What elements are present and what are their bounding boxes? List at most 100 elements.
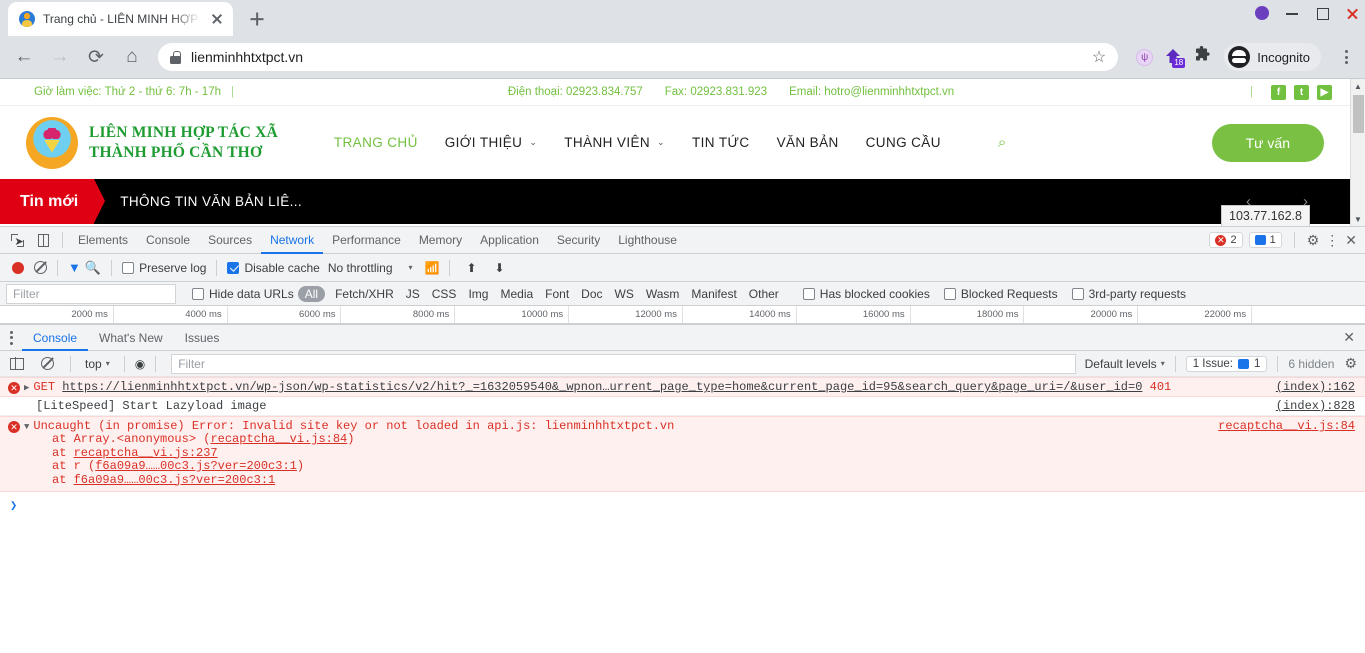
filter-type-ws[interactable]: WS (609, 287, 640, 301)
console-log-row[interactable]: ✕ ▶ GET https://lienminhhtxtpct.vn/wp-js… (0, 377, 1365, 397)
extension-circle-icon[interactable] (1136, 48, 1154, 66)
site-logo[interactable]: LIÊN MINH HỢP TÁC XÃ THÀNH PHỐ CẦN THƠ (26, 116, 278, 169)
filter-type-media[interactable]: Media (494, 287, 539, 301)
drawer-more-icon[interactable] (0, 330, 22, 345)
log-source-link[interactable]: (index):828 (1276, 399, 1365, 413)
console-filter-input[interactable]: Filter (171, 353, 1076, 374)
console-prompt[interactable]: ❯ (0, 492, 1365, 513)
stack-frame-link[interactable]: f6a09a9……00c3.js?ver=200c3:1 (74, 473, 276, 487)
filter-type-manifest[interactable]: Manifest (685, 287, 742, 301)
device-toolbar-icon[interactable] (30, 227, 56, 253)
search-icon[interactable]: ⌕ (998, 134, 1006, 151)
page-scrollbar[interactable]: ▲ ▼ (1350, 79, 1365, 226)
console-settings-icon[interactable]: ⚙ (1344, 355, 1357, 372)
throttling-select[interactable]: No throttling (328, 261, 393, 275)
issues-badge[interactable]: 1 Issue: 1 (1185, 355, 1268, 372)
chevron-down-icon[interactable]: ▾ (409, 263, 413, 272)
browser-menu-button[interactable] (1335, 46, 1357, 68)
log-source-link[interactable]: recaptcha__vi.js:84 (1218, 419, 1365, 433)
filter-icon[interactable]: ▼ (68, 260, 81, 275)
back-button[interactable]: ← (8, 41, 40, 73)
stack-frame-link[interactable]: f6a09a9……00c3.js?ver=200c3:1 (95, 459, 297, 473)
filter-type-all[interactable]: All (297, 285, 326, 302)
blocked-requests-checkbox[interactable]: Blocked Requests (943, 287, 1058, 301)
address-bar[interactable]: lienminhhtxtpct.vn ☆ (158, 43, 1119, 71)
nav-item-trang-chu[interactable]: TRANG CHỦ (334, 135, 418, 150)
console-levels-select[interactable]: Default levels ▾ (1085, 357, 1165, 371)
log-url[interactable]: https://lienminhhtxtpct.vn/wp-json/wp-st… (62, 380, 1142, 394)
stack-frame[interactable]: at recaptcha__vi.js:237 (0, 446, 1365, 461)
drawer-tab-whats-new[interactable]: What's New (88, 325, 174, 351)
filter-type-wasm[interactable]: Wasm (640, 287, 686, 301)
filter-type-js[interactable]: JS (400, 287, 426, 301)
browser-tab[interactable]: Trang chủ - LIÊN MINH HỢP TÁC X (8, 2, 233, 36)
ticker-headline[interactable]: THÔNG TIN VĂN BẢN LIÊ... (120, 194, 302, 209)
console-log-row[interactable]: ✕ ▼ Uncaught (in promise) Error: Invalid… (0, 416, 1365, 492)
scroll-down-icon[interactable]: ▼ (1351, 212, 1365, 226)
facebook-icon[interactable]: f (1271, 84, 1286, 100)
tab-elements[interactable]: Elements (69, 227, 137, 254)
console-log-row[interactable]: [LiteSpeed] Start Lazyload image (index)… (0, 397, 1365, 416)
filter-type-img[interactable]: Img (462, 287, 494, 301)
tab-console[interactable]: Console (137, 227, 199, 254)
third-party-requests-checkbox[interactable]: 3rd-party requests (1071, 287, 1186, 301)
nav-item-van-ban[interactable]: VĂN BẢN (777, 135, 839, 150)
devtools-close-icon[interactable]: ✕ (1345, 232, 1357, 249)
tab-network[interactable]: Network (261, 227, 323, 254)
console-sidebar-toggle-icon[interactable] (4, 351, 30, 377)
tab-security[interactable]: Security (548, 227, 609, 254)
reload-button[interactable]: ⟳ (80, 41, 112, 73)
import-har-icon[interactable]: ⬆ (466, 261, 476, 275)
preserve-log-checkbox[interactable]: Preserve log (122, 261, 206, 275)
tab-sources[interactable]: Sources (199, 227, 261, 254)
consult-button[interactable]: Tư vấn (1211, 123, 1324, 162)
forward-button[interactable]: → (44, 41, 76, 73)
drawer-tab-console[interactable]: Console (22, 325, 88, 351)
puzzle-icon[interactable] (1193, 46, 1210, 68)
maximize-button[interactable] (1315, 6, 1329, 20)
filter-type-font[interactable]: Font (539, 287, 575, 301)
filter-type-doc[interactable]: Doc (575, 287, 608, 301)
devtools-settings-icon[interactable]: ⚙ (1307, 232, 1320, 249)
export-har-icon[interactable]: ⬇ (495, 261, 505, 275)
filter-type-css[interactable]: CSS (426, 287, 463, 301)
record-button[interactable] (12, 261, 24, 274)
tab-performance[interactable]: Performance (323, 227, 410, 254)
tab-lighthouse[interactable]: Lighthouse (609, 227, 686, 254)
bookmark-star-icon[interactable]: ☆ (1092, 47, 1106, 67)
hide-data-urls-checkbox[interactable]: Hide data URLs (192, 287, 294, 301)
clear-icon[interactable] (34, 261, 47, 274)
disable-cache-checkbox[interactable]: Disable cache (227, 261, 320, 275)
stack-frame-link[interactable]: recaptcha__vi.js:237 (74, 446, 218, 460)
nav-item-cung-cau[interactable]: CUNG CẦU (866, 135, 941, 150)
new-tab-button[interactable] (243, 5, 271, 33)
window-extra-icon[interactable] (1255, 6, 1269, 20)
drawer-close-icon[interactable]: ✕ (1343, 329, 1355, 346)
scrollbar-thumb[interactable] (1353, 95, 1364, 133)
stack-frame-link[interactable]: recaptcha__vi.js:84 (210, 432, 347, 446)
live-expression-icon[interactable]: ◉ (135, 357, 145, 371)
home-button[interactable]: ⌂ (116, 41, 148, 73)
stack-frame[interactable]: at Array.<anonymous> (recaptcha__vi.js:8… (0, 432, 1365, 447)
nav-item-thanh-vien[interactable]: THÀNH VIÊN ⌄ (564, 135, 665, 150)
minimize-button[interactable] (1285, 6, 1299, 20)
stack-frame[interactable]: at f6a09a9……00c3.js?ver=200c3:1 (0, 473, 1365, 488)
network-conditions-icon[interactable]: 📶 (425, 261, 440, 275)
twitter-icon[interactable]: t (1294, 84, 1309, 100)
inspect-element-icon[interactable]: ➤ (4, 227, 30, 253)
stack-frame[interactable]: at r (f6a09a9……00c3.js?ver=200c3:1) (0, 459, 1365, 474)
network-filter-input[interactable]: Filter (6, 283, 176, 304)
log-source-link[interactable]: (index):162 (1276, 380, 1365, 394)
filter-type-fetch-xhr[interactable]: Fetch/XHR (329, 287, 400, 301)
nav-item-tin-tuc[interactable]: TIN TỨC (692, 135, 750, 150)
tab-memory[interactable]: Memory (410, 227, 471, 254)
extension-badge-icon[interactable]: 18 (1163, 47, 1186, 68)
expand-arrow-icon[interactable]: ▶ (24, 383, 29, 393)
console-context-select[interactable]: top ▾ (81, 357, 114, 371)
error-count-badge[interactable]: ✕ 2 (1209, 232, 1243, 248)
tab-application[interactable]: Application (471, 227, 548, 254)
has-blocked-cookies-checkbox[interactable]: Has blocked cookies (802, 287, 930, 301)
collapse-arrow-icon[interactable]: ▼ (24, 422, 29, 432)
search-icon[interactable]: 🔍 (85, 260, 101, 276)
window-close-button[interactable] (1345, 6, 1359, 20)
